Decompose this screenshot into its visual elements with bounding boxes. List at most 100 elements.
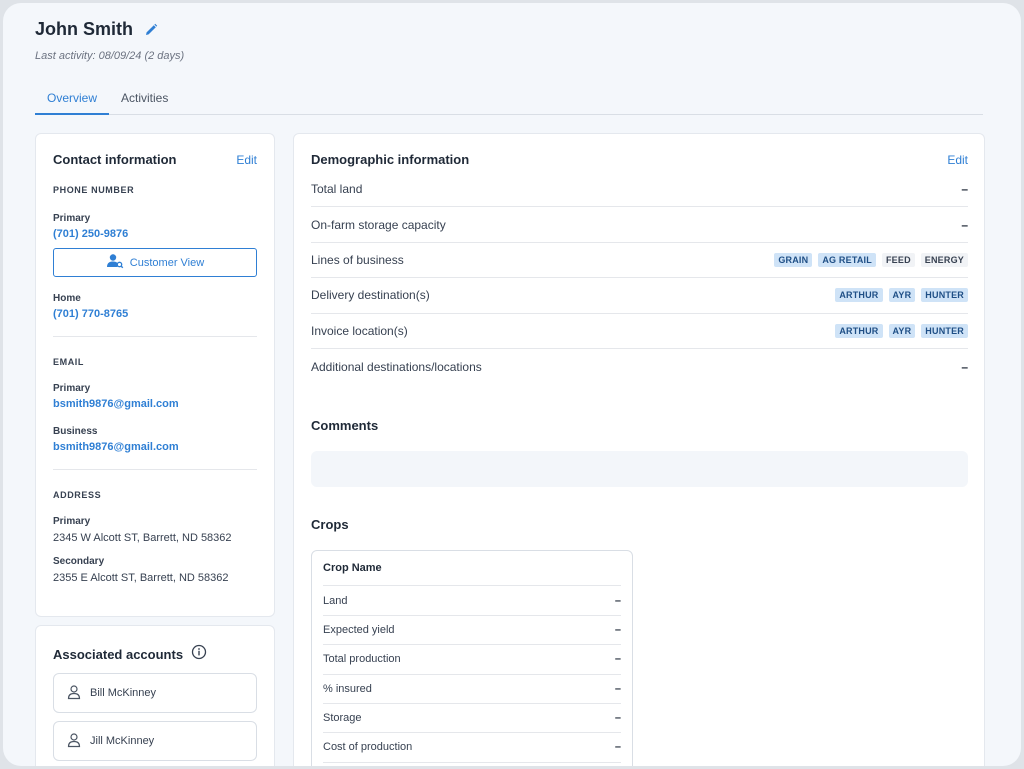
account-item-jill-mckinney[interactable]: Jill McKinney: [53, 721, 257, 761]
user-icon: [66, 684, 82, 703]
crop-row-label: Storage: [323, 712, 362, 725]
last-activity: Last activity: 08/09/24 (2 days): [35, 50, 185, 62]
row-label: Delivery destination(s): [311, 288, 430, 303]
row-value: –: [961, 182, 968, 197]
demo-row-total-land: Total land –: [311, 172, 968, 208]
crop-row-value: –: [614, 712, 621, 725]
info-icon[interactable]: [191, 644, 207, 665]
row-label: Invoice location(s): [311, 323, 408, 338]
row-label: Total land: [311, 182, 363, 197]
crop-row-insured: % insured –: [323, 675, 621, 704]
row-label: Additional destinations/locations: [311, 359, 482, 374]
address-primary-value: 2345 W Alcott ST, Barrett, ND 58362: [53, 532, 232, 544]
lines-tags: GRAIN AG RETAIL FEED ENERGY: [774, 252, 968, 267]
invoice-tags: ARTHUR AYR HUNTER: [835, 323, 968, 338]
crops-title: Crops: [311, 517, 349, 533]
address-primary-label: Primary: [53, 516, 91, 527]
crop-table-header: Crop Name: [323, 551, 621, 587]
delivery-tags: ARTHUR AYR HUNTER: [835, 288, 968, 303]
demographic-edit-link[interactable]: Edit: [947, 153, 968, 167]
crop-row-value: –: [614, 682, 621, 695]
tag-feed: FEED: [881, 252, 915, 267]
crop-row-label: Total production: [323, 653, 401, 666]
crop-row-value: –: [614, 594, 621, 607]
tab-activities[interactable]: Activities: [109, 83, 180, 115]
tab-bar: Overview Activities: [35, 83, 983, 115]
demographic-card-header: Demographic information Edit: [311, 152, 968, 167]
associated-accounts-card: Associated accounts Bill McKinney Jill M…: [35, 625, 275, 766]
crops-table: Crop Name Land – Expected yield – Total …: [311, 550, 633, 766]
customer-view-button[interactable]: Customer View: [53, 248, 257, 277]
associated-accounts-header: Associated accounts: [53, 644, 257, 665]
crop-row-cost-of-production: Cost of production –: [323, 733, 621, 763]
customer-name: John Smith: [35, 19, 133, 39]
email-primary-link[interactable]: bsmith9876@gmail.com: [53, 398, 257, 410]
crop-row-value: –: [614, 653, 621, 666]
phone-primary-link[interactable]: (701) 250-9876: [53, 228, 257, 240]
demo-row-additional-destinations: Additional destinations/locations –: [311, 349, 968, 384]
account-name: Bill McKinney: [90, 687, 157, 699]
row-value: –: [961, 217, 968, 232]
user-icon: [66, 732, 82, 751]
demo-row-lines-of-business: Lines of business GRAIN AG RETAIL FEED E…: [311, 243, 968, 279]
crop-name-header: Crop Name: [323, 562, 382, 575]
phone-primary-label: Primary: [53, 213, 91, 224]
demo-row-delivery-destinations: Delivery destination(s) ARTHUR AYR HUNTE…: [311, 278, 968, 314]
comments-box[interactable]: [311, 451, 968, 488]
contact-edit-link[interactable]: Edit: [236, 153, 257, 167]
crop-row-value: –: [614, 623, 621, 636]
crop-row-land: Land –: [323, 586, 621, 616]
user-search-icon: [106, 253, 124, 272]
customer-view-label: Customer View: [129, 256, 205, 269]
comments-title: Comments: [311, 418, 379, 434]
account-item-bill-mckinney[interactable]: Bill McKinney: [53, 673, 257, 713]
address-secondary-label: Secondary: [53, 556, 105, 567]
contact-card-title: Contact information: [53, 152, 177, 167]
email-business-link[interactable]: bsmith9876@gmail.com: [53, 441, 257, 453]
demo-row-storage-capacity: On-farm storage capacity –: [311, 207, 968, 243]
tag-ayr: AYR: [888, 288, 916, 303]
tab-overview[interactable]: Overview: [35, 83, 110, 115]
tag-hunter: HUNTER: [921, 323, 968, 338]
contact-information-card: Contact information Edit PHONE NUMBER Pr…: [35, 133, 275, 617]
tag-grain: GRAIN: [774, 252, 813, 267]
demo-row-invoice-locations: Invoice location(s) ARTHUR AYR HUNTER: [311, 314, 968, 349]
crop-row-value: –: [614, 741, 621, 754]
row-label: On-farm storage capacity: [311, 217, 446, 232]
contact-card-header: Contact information Edit: [53, 152, 257, 167]
crop-row-label: Land: [323, 594, 348, 607]
tag-ayr: AYR: [888, 323, 916, 338]
email-primary-label: Primary: [53, 383, 91, 394]
app-frame: John Smith Last activity: 08/09/24 (2 da…: [3, 3, 1021, 766]
address-section-label: ADDRESS: [53, 490, 102, 500]
tag-arthur: ARTHUR: [835, 288, 883, 303]
tag-hunter: HUNTER: [921, 288, 968, 303]
pencil-icon[interactable]: [143, 22, 159, 38]
phone-home-label: Home: [53, 293, 81, 304]
demographic-rows: Total land – On-farm storage capacity – …: [311, 172, 968, 384]
divider: [53, 336, 257, 337]
demographic-information-card: Demographic information Edit Total land …: [293, 133, 985, 766]
row-value: –: [961, 359, 968, 374]
email-section-label: EMAIL: [53, 357, 84, 367]
tag-arthur: ARTHUR: [835, 323, 883, 338]
demographic-card-title: Demographic information: [311, 152, 470, 167]
tag-ag-retail: AG RETAIL: [818, 252, 876, 267]
customer-header: John Smith Last activity: 08/09/24 (2 da…: [35, 19, 184, 62]
name-row: John Smith: [35, 19, 184, 40]
crop-row-label: % insured: [323, 682, 372, 695]
phone-home-link[interactable]: (701) 770-8765: [53, 308, 257, 320]
row-label: Lines of business: [311, 252, 404, 267]
crop-row-label: Expected yield: [323, 623, 395, 636]
crop-row-label: Cost of production: [323, 741, 413, 754]
crop-row-total-production: Total production –: [323, 645, 621, 675]
account-name: Jill McKinney: [90, 735, 155, 747]
divider: [53, 469, 257, 470]
associated-accounts-title: Associated accounts: [53, 647, 184, 662]
crop-row-expected-yield: Expected yield –: [323, 616, 621, 646]
phone-section-label: PHONE NUMBER: [53, 185, 135, 195]
tag-energy: ENERGY: [920, 252, 968, 267]
crop-row-storage: Storage –: [323, 704, 621, 734]
email-business-label: Business: [53, 426, 98, 437]
address-secondary-value: 2355 E Alcott ST, Barrett, ND 58362: [53, 572, 229, 584]
